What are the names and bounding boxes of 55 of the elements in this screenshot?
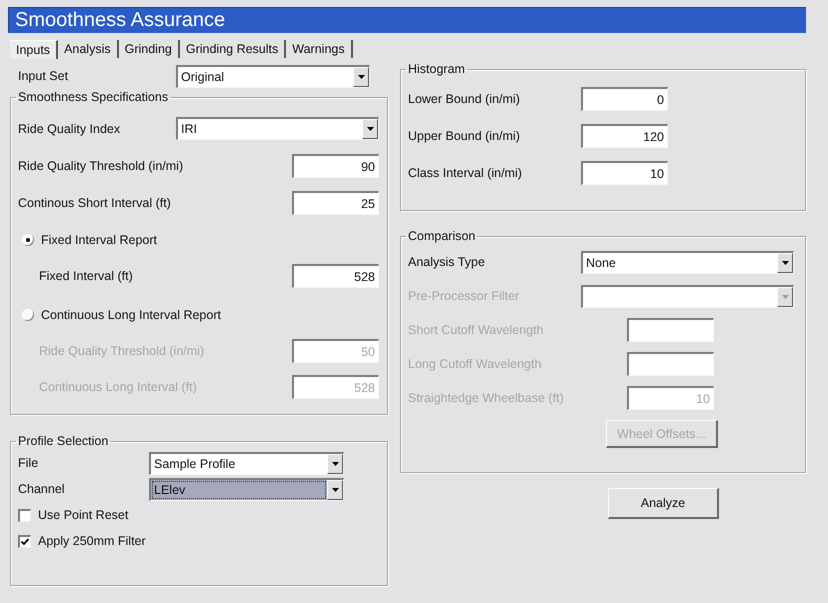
input-field[interactable] — [627, 318, 714, 342]
checkbox[interactable] — [18, 508, 31, 522]
input-field[interactable]: 90 — [292, 154, 379, 178]
window-title: Smoothness Assurance — [8, 7, 806, 33]
input-field[interactable]: 25 — [292, 190, 379, 214]
field-label: Analysis Type — [408, 255, 486, 269]
field-label: Channel — [18, 482, 66, 496]
dropdown-arrow-icon — [782, 260, 788, 264]
field-label: Upper Bound (in/mi) — [408, 128, 521, 142]
dropdown-arrow-icon — [366, 127, 374, 131]
group-title: Histogram — [407, 62, 466, 76]
field-label: Fixed Interval (ft) — [39, 269, 134, 283]
option-label: Apply 250mm Filter — [38, 534, 146, 548]
input-field[interactable]: 0 — [581, 86, 668, 110]
input-field[interactable]: 120 — [581, 124, 668, 148]
option-label: Use Point Reset — [38, 508, 128, 522]
field-label: Long Cutoff Wavelength — [408, 357, 542, 371]
field-label: Ride Quality Threshold (in/mi) — [18, 158, 184, 172]
dropdown[interactable]: Original — [176, 64, 370, 88]
group-title: Comparison — [407, 229, 476, 243]
field-label: Input Set — [18, 69, 70, 83]
field-label: Ride Quality Index — [18, 122, 122, 136]
dropdown[interactable]: None — [581, 250, 794, 274]
field-label: Class Interval (in/mi) — [408, 166, 523, 180]
analyze-button[interactable]: Analyze — [608, 488, 719, 519]
checkbox[interactable] — [18, 534, 31, 548]
field-label: Continuous Long Interval (ft) — [39, 380, 198, 394]
input-field[interactable] — [627, 352, 714, 376]
field-label: Lower Bound (in/mi) — [408, 92, 521, 106]
option-label: Continuous Long Interval Report — [41, 308, 221, 322]
field-label: Straightedge Wheelbase (ft) — [408, 391, 565, 405]
input-field[interactable]: 10 — [581, 160, 668, 184]
tab[interactable]: Grinding — [118, 40, 180, 58]
field-label: Ride Quality Threshold (in/mi) — [39, 344, 206, 358]
tab[interactable]: Inputs — [10, 40, 58, 58]
tab[interactable]: Grinding Results — [180, 40, 286, 58]
dropdown[interactable]: LElev — [149, 478, 344, 500]
tab[interactable]: Warnings — [286, 40, 353, 58]
radio-button[interactable] — [22, 234, 34, 246]
dropdown-arrow-icon — [332, 488, 338, 492]
tab[interactable]: Analysis — [58, 40, 119, 58]
dropdown[interactable]: Sample Profile — [149, 452, 344, 474]
field-label: Pre-Processor Filter — [408, 289, 520, 303]
dropdown-arrow-icon — [332, 462, 338, 466]
dropdown-arrow-icon — [358, 74, 364, 78]
field-label: File — [18, 456, 40, 470]
dropdown[interactable]: IRI — [176, 117, 379, 140]
option-label: Fixed Interval Report — [41, 232, 158, 246]
group-title: Smoothness Specifications — [17, 90, 170, 104]
field-label: Short Cutoff Wavelength — [408, 323, 544, 337]
dropdown-arrow-icon — [782, 294, 788, 298]
input-field[interactable]: 528 — [292, 264, 379, 288]
radio-button[interactable] — [22, 308, 34, 320]
field-label: Continous Short Interval (ft) — [18, 196, 172, 210]
group-title: Profile Selection — [17, 434, 110, 448]
